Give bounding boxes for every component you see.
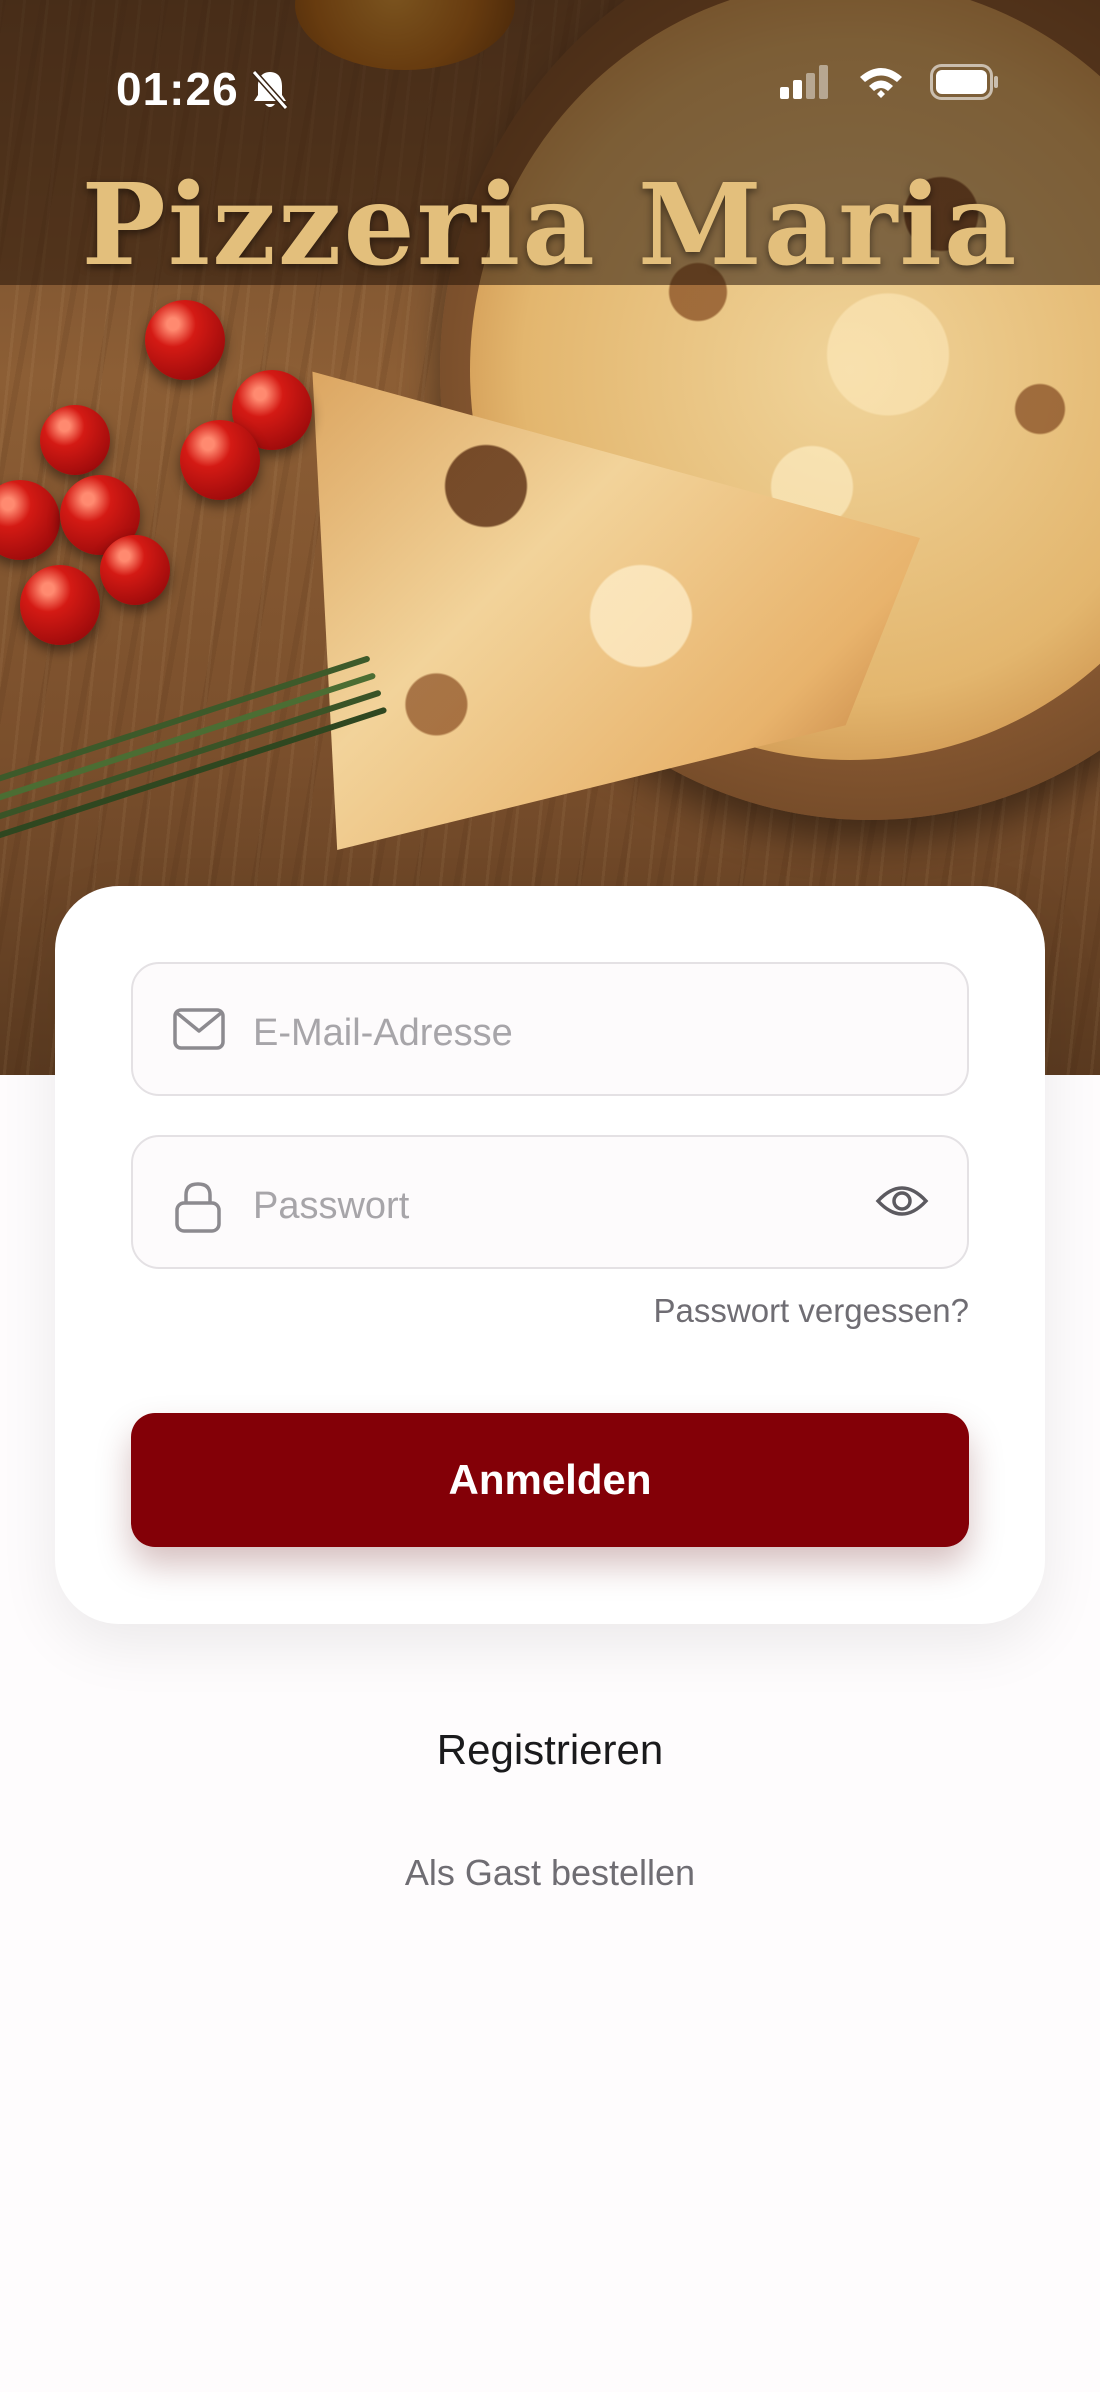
status-time: 01:26 (116, 63, 239, 115)
forgot-password-link[interactable]: Passwort vergessen? (654, 1292, 969, 1330)
status-icons (780, 64, 1000, 105)
app-title: Pizzeria Maria (81, 160, 1019, 291)
email-field[interactable]: E-Mail-Adresse (131, 962, 969, 1096)
login-card: E-Mail-Adresse Passwort Passwort vergess… (55, 886, 1045, 1624)
login-screen: 01:26 Pizzeria Maria E-Mail-Adresse Pass… (0, 0, 1100, 2392)
envelope-icon (173, 1008, 225, 1055)
battery-icon (930, 64, 1000, 105)
register-link[interactable]: Registrieren (0, 1726, 1100, 1774)
cellular-signal-icon (780, 65, 832, 104)
guest-order-link[interactable]: Als Gast bestellen (0, 1852, 1100, 1894)
hero-decor-cherry-tomato (40, 405, 110, 475)
hero-decor-cherry-tomato (0, 480, 60, 560)
lock-icon (173, 1181, 223, 1238)
hero-decor-rosemary (0, 655, 371, 791)
hero-decor-cherry-tomato (20, 565, 100, 645)
hero-decor-cherry-tomato (100, 535, 170, 605)
wifi-icon (858, 65, 904, 104)
email-placeholder: E-Mail-Adresse (253, 1012, 513, 1054)
password-field[interactable]: Passwort (131, 1135, 969, 1269)
password-placeholder: Passwort (253, 1185, 410, 1227)
hero-decor-cherry-tomato (145, 300, 225, 380)
login-button[interactable]: Anmelden (131, 1413, 969, 1547)
login-button-label: Anmelden (448, 1456, 652, 1503)
hero-decor-cherry-tomato (180, 420, 260, 500)
show-password-eye-icon[interactable] (875, 1181, 929, 1226)
bell-muted-icon (250, 68, 290, 117)
